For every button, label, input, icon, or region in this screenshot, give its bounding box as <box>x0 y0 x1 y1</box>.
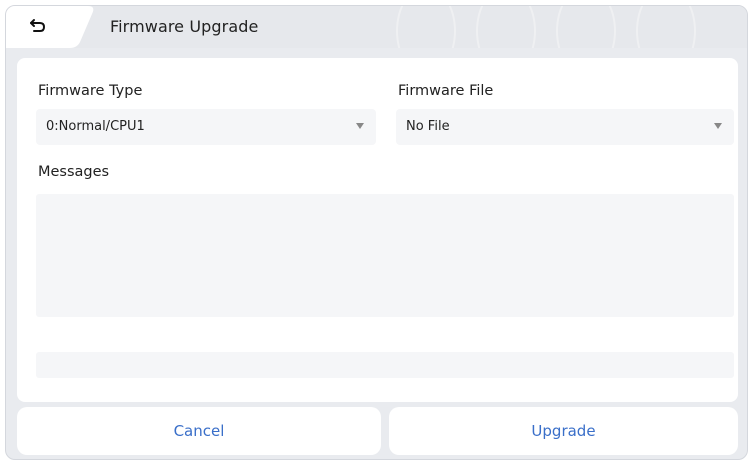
upgrade-button[interactable]: Upgrade <box>389 407 738 455</box>
messages-label: Messages <box>38 164 110 180</box>
upgrade-form: Firmware Type 0:Normal/CPU1 Firmware Fil… <box>17 58 738 402</box>
back-button[interactable] <box>6 6 104 48</box>
back-arrow-icon <box>30 19 46 32</box>
page-title: Firmware Upgrade <box>110 17 259 36</box>
chevron-down-icon <box>356 123 364 129</box>
firmware-type-value: 0:Normal/CPU1 <box>46 119 145 134</box>
firmware-type-label: Firmware Type <box>38 83 143 99</box>
cancel-button[interactable]: Cancel <box>17 407 381 455</box>
chevron-down-icon <box>714 123 722 129</box>
messages-log[interactable] <box>36 194 734 317</box>
app-window: Firmware Upgrade Firmware Type 0:Normal/… <box>5 5 748 460</box>
title-bar: Firmware Upgrade <box>6 6 747 48</box>
firmware-file-label: Firmware File <box>398 83 494 99</box>
upgrade-progress-bar <box>36 352 734 378</box>
header-decoration <box>366 6 747 48</box>
firmware-file-select[interactable]: No File <box>396 109 734 145</box>
firmware-file-value: No File <box>406 119 450 134</box>
firmware-type-select[interactable]: 0:Normal/CPU1 <box>36 109 376 145</box>
